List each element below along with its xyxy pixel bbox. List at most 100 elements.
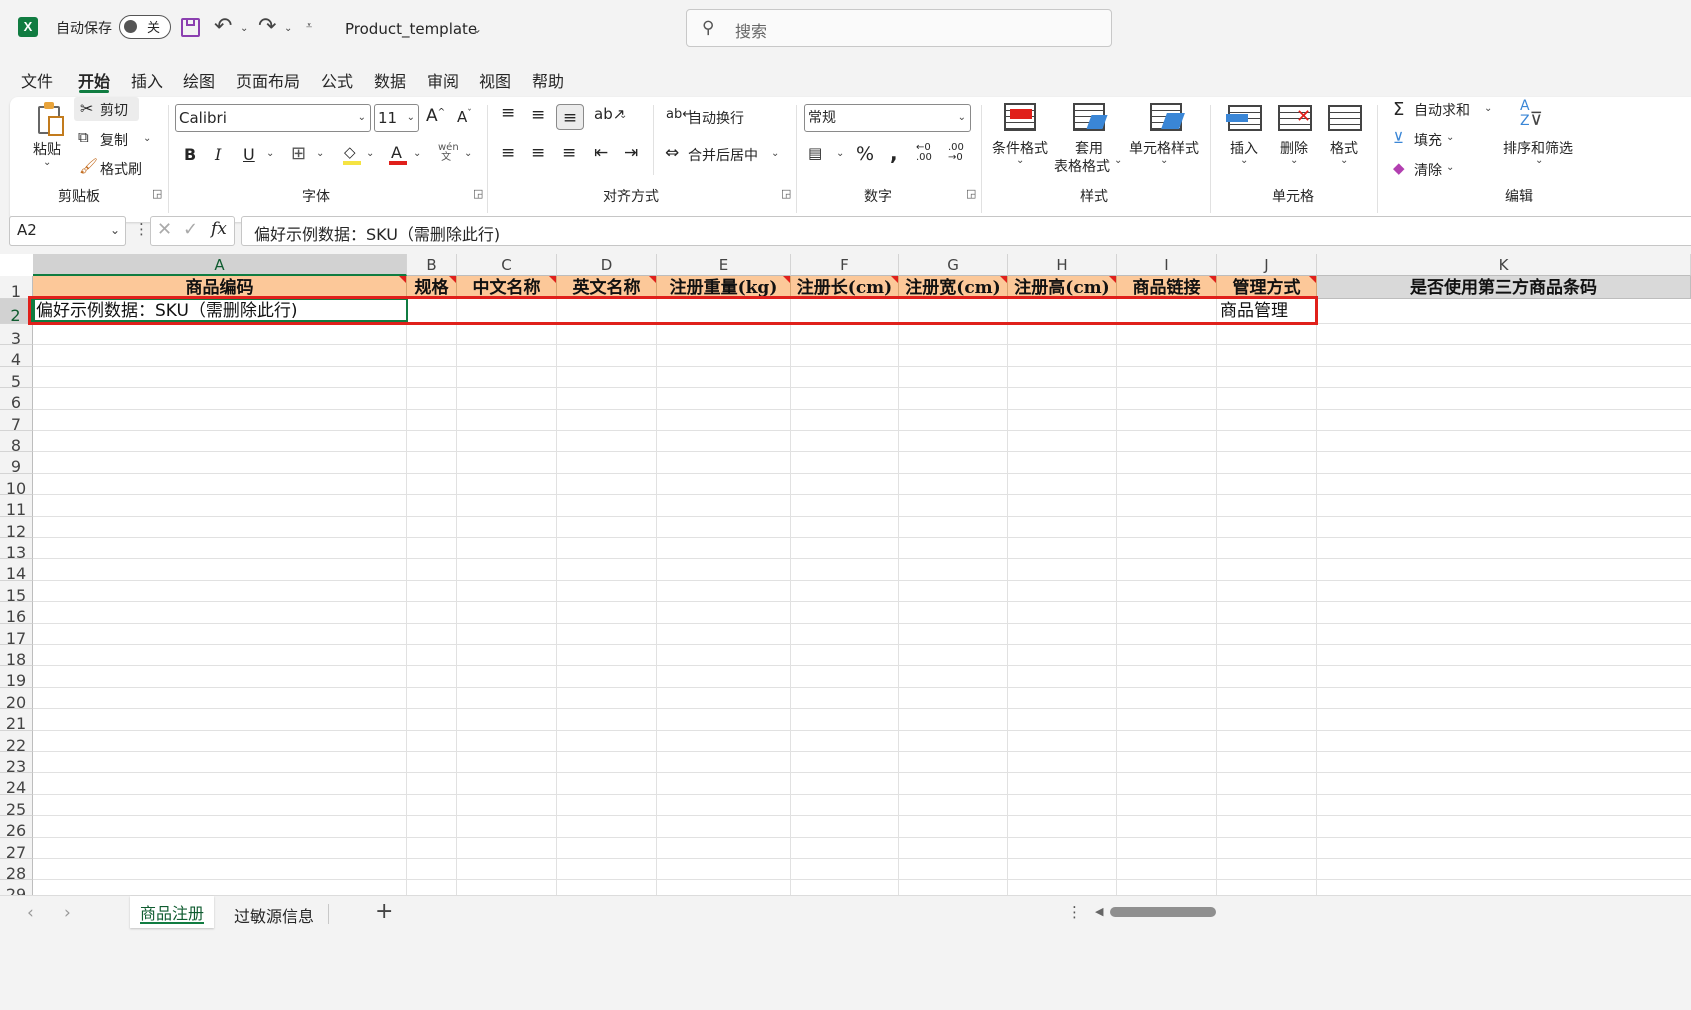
sheet-tab-2[interactable]: 过敏源信息 — [234, 903, 314, 927]
col-header-j[interactable]: J — [1217, 254, 1317, 276]
tab-data[interactable]: 数据 — [374, 68, 406, 92]
bold-icon[interactable]: B — [184, 145, 196, 164]
fill-dropdown-icon[interactable]: ⌄ — [366, 148, 374, 159]
col-header-k[interactable]: K — [1317, 254, 1691, 276]
redo-dropdown-icon[interactable]: ⌄ — [284, 23, 292, 34]
tab-insert[interactable]: 插入 — [131, 68, 163, 92]
fill-color-icon[interactable]: ◇ — [343, 143, 361, 165]
row-header-5[interactable]: 5 — [0, 366, 33, 391]
border-icon[interactable]: ⊞ — [291, 143, 306, 164]
filename-dropdown-icon[interactable]: ⌄ — [472, 22, 482, 36]
comma-style-icon[interactable]: , — [890, 141, 898, 165]
row-header-24[interactable]: 24 — [0, 773, 33, 797]
conditional-format-icon[interactable] — [1004, 103, 1036, 131]
merge-dropdown-icon[interactable]: ⌄ — [771, 148, 779, 159]
underline-icon[interactable]: U — [243, 145, 255, 164]
row-header-29[interactable]: 29 — [0, 880, 33, 895]
row-header-15[interactable]: 15 — [0, 580, 33, 605]
tab-view[interactable]: 视图 — [479, 68, 511, 92]
tab-home[interactable]: 开始 — [78, 68, 110, 92]
decrease-font-icon[interactable]: Aˇ — [457, 108, 472, 126]
cell-styles-dropdown-icon[interactable]: ⌄ — [1160, 155, 1168, 166]
header-cell-k[interactable]: 是否使用第三方商品条码 — [1317, 276, 1691, 299]
increase-font-icon[interactable]: A^ — [426, 106, 445, 126]
clear-button[interactable]: 清除 — [1414, 160, 1442, 180]
col-header-i[interactable]: I — [1117, 254, 1217, 276]
increase-indent-icon[interactable]: ⇥ — [624, 143, 638, 163]
col-header-b[interactable]: B — [407, 254, 457, 276]
align-right-icon[interactable]: ≡ — [562, 143, 576, 163]
accounting-dropdown-icon[interactable]: ⌄ — [836, 148, 844, 159]
fill-icon[interactable]: ⊻ — [1393, 129, 1404, 147]
row-header-9[interactable]: 9 — [0, 452, 33, 476]
format-as-table-dropdown-icon[interactable]: ⌄ — [1114, 155, 1122, 166]
row-header-12[interactable]: 12 — [0, 516, 33, 541]
orientation-dropdown-icon[interactable]: ⌄ — [619, 110, 627, 121]
decrease-decimal-icon[interactable]: .00 →0 — [948, 143, 964, 163]
underline-dropdown-icon[interactable]: ⌄ — [266, 148, 274, 159]
format-as-table-icon[interactable] — [1073, 103, 1108, 131]
paste-dropdown-icon[interactable]: ⌄ — [43, 157, 51, 168]
enter-icon[interactable]: ✓ — [183, 219, 198, 240]
undo-dropdown-icon[interactable]: ⌄ — [240, 23, 248, 34]
phonetic-icon[interactable]: wén 文 — [438, 143, 459, 163]
align-left-icon[interactable]: ≡ — [501, 143, 515, 163]
row-header-23[interactable]: 23 — [0, 752, 33, 776]
row-header-28[interactable]: 28 — [0, 859, 33, 883]
row-header-16[interactable]: 16 — [0, 602, 33, 626]
format-as-table-line2[interactable]: 表格格式 — [1054, 156, 1110, 176]
align-top-icon[interactable]: ≡ — [501, 103, 515, 123]
next-sheet-icon[interactable]: › — [64, 903, 71, 923]
paste-button[interactable]: 粘贴 — [33, 139, 61, 159]
col-header-d[interactable]: D — [557, 254, 657, 276]
row-header-17[interactable]: 17 — [0, 623, 33, 648]
undo-icon[interactable]: ↶ — [214, 14, 232, 39]
format-cells-icon[interactable] — [1328, 105, 1362, 131]
tab-page-layout[interactable]: 页面布局 — [236, 68, 300, 92]
number-format-select[interactable]: 常规 ⌄ — [804, 104, 971, 132]
add-sheet-icon[interactable]: + — [375, 899, 393, 924]
fill-button[interactable]: 填充 — [1414, 130, 1442, 150]
percent-icon[interactable]: % — [856, 143, 874, 165]
copy-button[interactable]: 复制 — [100, 130, 128, 150]
font-launcher-icon[interactable]: ◲ — [473, 187, 483, 200]
tab-file[interactable]: 文件 — [21, 68, 53, 92]
worksheet-grid[interactable]: A B C D E F G H I J K 1 2 3 4 5 6 7 8 9 10 11 12 13 1… — [0, 254, 1691, 895]
col-header-h[interactable]: H — [1008, 254, 1117, 276]
tab-draw[interactable]: 绘图 — [183, 68, 215, 92]
row-header-21[interactable]: 21 — [0, 709, 33, 733]
col-header-a[interactable]: A — [33, 254, 407, 276]
row-header-20[interactable]: 20 — [0, 687, 33, 712]
autosum-button[interactable]: 自动求和 — [1414, 100, 1470, 120]
format-painter-button[interactable]: 格式刷 — [100, 159, 142, 179]
font-color-icon[interactable]: A — [389, 143, 407, 165]
delete-cells-icon[interactable]: ✕ — [1278, 105, 1312, 131]
horizontal-scrollbar-thumb[interactable] — [1110, 907, 1216, 917]
row-header-26[interactable]: 26 — [0, 816, 33, 840]
clear-dropdown-icon[interactable]: ⌄ — [1446, 162, 1454, 173]
tab-help[interactable]: 帮助 — [532, 68, 564, 92]
tab-review[interactable]: 审阅 — [427, 68, 459, 92]
font-color-dropdown-icon[interactable]: ⌄ — [413, 148, 421, 159]
autosum-dropdown-icon[interactable]: ⌄ — [1484, 103, 1492, 114]
align-center-icon[interactable]: ≡ — [531, 143, 545, 163]
alignment-launcher-icon[interactable]: ◲ — [781, 187, 791, 200]
row-header-4[interactable]: 4 — [0, 345, 33, 369]
name-box-field[interactable]: A2 ⌄ — [9, 216, 126, 246]
clear-icon[interactable]: ◆ — [1393, 159, 1405, 177]
paste-icon[interactable] — [34, 102, 64, 138]
col-header-f[interactable]: F — [791, 254, 899, 276]
insert-dropdown-icon[interactable]: ⌄ — [1240, 155, 1248, 166]
fill-dropdown-icon[interactable]: ⌄ — [1446, 132, 1454, 143]
italic-icon[interactable]: I — [215, 145, 221, 164]
row-header-7[interactable]: 7 — [0, 409, 33, 434]
name-box-dropdown-icon[interactable]: ⌄ — [110, 223, 120, 237]
row-header-18[interactable]: 18 — [0, 645, 33, 669]
sheet-options-icon[interactable]: ⋮ — [1067, 903, 1082, 921]
font-size-select[interactable]: 11 ⌄ — [374, 104, 419, 132]
row-header-11[interactable]: 11 — [0, 495, 33, 519]
row-header-14[interactable]: 14 — [0, 559, 33, 583]
row-header-25[interactable]: 25 — [0, 794, 33, 819]
search-box[interactable]: ⚲ 搜索 — [686, 9, 1112, 47]
increase-decimal-icon[interactable]: ←0.00 — [916, 143, 932, 163]
